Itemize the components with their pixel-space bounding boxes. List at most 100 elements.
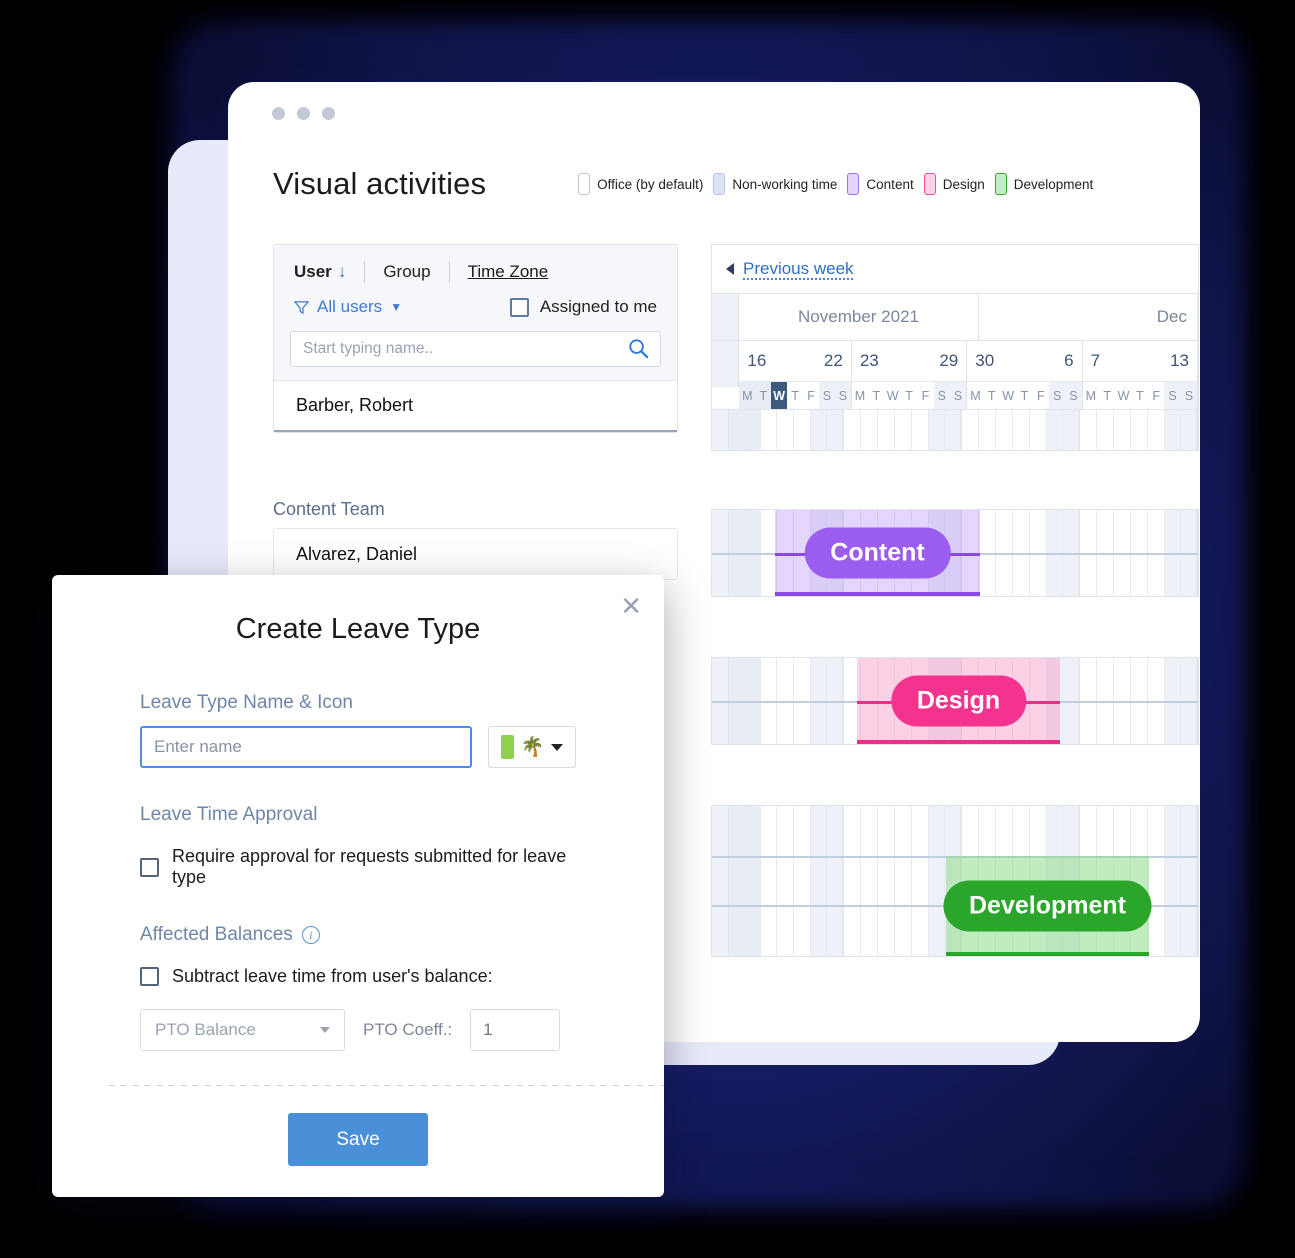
grid-day[interactable] [962,410,979,450]
day-cell[interactable]: T [900,382,918,409]
grid-day[interactable] [1047,410,1063,450]
day-cell[interactable]: M [739,382,756,409]
week-column[interactable]: 7 13 M T W T F S S [1082,341,1199,409]
day-cell[interactable]: T [1098,382,1116,409]
activity-bar-content[interactable]: Content [775,510,980,596]
activity-bar-design[interactable]: Design [857,658,1060,744]
row-day[interactable] [777,806,794,956]
activity-bar-development[interactable]: Development [943,856,1152,956]
grid-day[interactable] [878,410,895,450]
grid-day[interactable] [1131,410,1148,450]
grid-day[interactable] [1030,410,1047,450]
window-dot-close[interactable] [272,106,285,120]
week-column[interactable]: 16 22 M T W T F S S [739,341,852,409]
row-day[interactable] [1148,806,1165,956]
day-cell[interactable]: T [787,382,804,409]
grid-day[interactable] [912,410,929,450]
previous-week-nav[interactable]: Previous week [712,245,1198,293]
row-day[interactable] [861,806,878,956]
day-cell[interactable]: S [834,382,851,409]
day-cell-today[interactable]: W [771,382,788,409]
day-cell[interactable]: T [1131,382,1148,409]
day-cell[interactable]: F [917,382,934,409]
day-cell[interactable]: F [1032,382,1049,409]
grid-day[interactable] [794,410,811,450]
tab-timezone[interactable]: Time Zone [468,262,549,282]
grid-day[interactable] [1097,410,1114,450]
leave-type-icon-picker[interactable]: 🌴 [488,726,576,768]
row-day[interactable] [1165,806,1181,956]
day-cell[interactable]: S [1065,382,1082,409]
day-cell[interactable]: S [949,382,967,409]
tab-group[interactable]: Group [383,262,430,282]
grid-day[interactable] [745,410,761,450]
leave-type-name-input[interactable] [140,726,472,768]
grid-day[interactable] [861,410,878,450]
day-cell[interactable]: S [1164,382,1181,409]
row-day[interactable] [1181,806,1197,956]
row-day[interactable] [844,806,861,956]
week-column[interactable]: 30 6 M T W T F S S [967,341,1083,409]
list-item[interactable]: Alvarez, Daniel [273,528,678,580]
day-cell[interactable]: F [803,382,819,409]
row-day[interactable] [761,806,777,956]
search-input[interactable] [290,331,661,367]
grid-day[interactable] [844,410,861,450]
day-cell[interactable]: M [967,382,984,409]
pto-coeff-input[interactable] [470,1009,561,1051]
row-day[interactable] [794,806,811,956]
window-dot-maximize[interactable] [322,106,335,120]
grid-day[interactable] [1165,410,1181,450]
subtract-balance-row[interactable]: Subtract leave time from user's balance: [140,966,576,987]
row-day[interactable] [895,806,912,956]
require-approval-row[interactable]: Require approval for requests submitted … [140,846,576,888]
day-cell[interactable]: S [1048,382,1066,409]
grid-day[interactable] [729,410,745,450]
grid-day[interactable] [761,410,777,450]
tab-user[interactable]: User ↓ [294,262,346,282]
grid-day[interactable] [1181,410,1197,450]
row-day[interactable] [878,806,895,956]
grid-day[interactable] [1013,410,1030,450]
previous-week-link[interactable]: Previous week [743,259,854,279]
day-cell[interactable]: W [1115,382,1132,409]
day-cell[interactable]: M [851,382,869,409]
subtract-balance-checkbox[interactable] [140,967,159,986]
close-icon[interactable]: ✕ [620,593,642,619]
day-cell[interactable]: T [983,382,1000,409]
grid-day[interactable] [1063,410,1079,450]
activity-pill-design[interactable]: Design [890,675,1027,727]
balance-select[interactable]: PTO Balance [140,1009,345,1051]
grid-day[interactable] [996,410,1013,450]
day-cell[interactable]: W [999,382,1017,409]
day-cell[interactable]: T [1016,382,1033,409]
require-approval-checkbox[interactable] [140,857,159,877]
day-cell[interactable]: W [884,382,901,409]
day-cell[interactable]: T [868,382,885,409]
list-item[interactable]: Barber, Robert [274,380,677,432]
day-cell[interactable]: T [755,382,772,409]
activity-pill-development[interactable]: Development [943,880,1152,932]
row-day[interactable] [929,806,945,956]
assigned-to-me-control[interactable]: Assigned to me [509,297,657,317]
activity-pill-content[interactable]: Content [804,527,951,579]
row-day[interactable] [827,806,843,956]
grid-day[interactable] [945,410,961,450]
row-day[interactable] [912,806,929,956]
grid-day[interactable] [777,410,794,450]
grid-day[interactable] [827,410,843,450]
save-button[interactable]: Save [288,1113,428,1166]
info-icon[interactable]: i [301,926,320,944]
all-users-filter[interactable]: All users ▼ [294,297,402,317]
grid-day[interactable] [811,410,827,450]
grid-day[interactable] [895,410,912,450]
search-icon[interactable] [628,338,649,359]
grid-day[interactable] [1080,410,1097,450]
grid-day[interactable] [1114,410,1131,450]
week-column[interactable]: 23 29 M T W T F S S [851,341,968,409]
row-day[interactable] [811,806,827,956]
day-cell[interactable]: S [1180,382,1198,409]
grid-day[interactable] [1148,410,1165,450]
day-cell[interactable]: S [819,382,835,409]
row-day[interactable] [729,806,745,956]
